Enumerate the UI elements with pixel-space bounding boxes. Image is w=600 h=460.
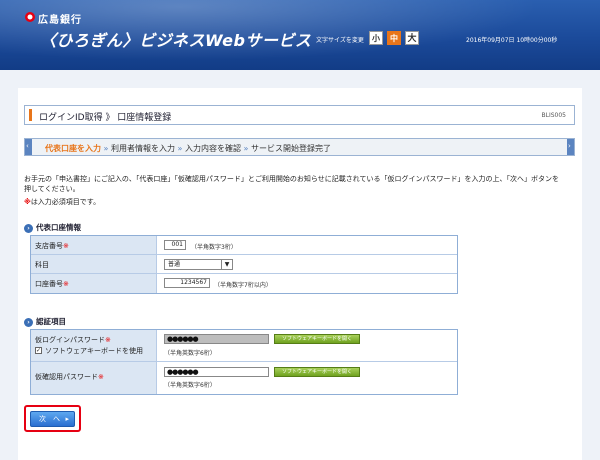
subject-row: 科目 普通 ▼ (31, 255, 457, 274)
page-title: ログインID取得 》 口座情報登録 (39, 113, 172, 123)
bank-logo-icon (25, 12, 35, 22)
auth-table: 仮ログインパスワード※ ✓ ソフトウェアキーボードを使用 ●●●●●● ソフトウ… (30, 329, 458, 395)
app-header: 広島銀行 〈ひろぎん〉ビジネスWebサービス 文字サイズを変更 小 中 大 20… (0, 0, 600, 70)
chevron-down-icon: ▼ (221, 260, 232, 269)
temp-login-label: 仮ログインパスワード※ (35, 336, 111, 344)
font-size-label: 文字サイズを変更 (316, 37, 364, 44)
required-note-text: は入力必須項目です。 (30, 198, 101, 206)
account-number-label-cell: 口座番号※ (31, 274, 157, 293)
section-heading-account: › 代表口座情報 (24, 222, 81, 233)
font-size-medium-button[interactable]: 中 (387, 31, 401, 45)
chevron-right-icon: › (568, 142, 571, 150)
account-type-select[interactable]: 普通 ▼ (164, 259, 233, 270)
font-size-large-button[interactable]: 大 (405, 31, 419, 45)
section-heading-auth: › 認証項目 (24, 316, 66, 327)
branch-number-input[interactable]: 001 (164, 240, 186, 250)
account-table: 支店番号※ 001 （半角数字3桁） 科目 普通 ▼ 口座番号※ 1234567… (30, 235, 458, 294)
step-item: サービス開始登録完了 (251, 144, 331, 153)
subject-label-cell: 科目 (31, 255, 157, 273)
datetime: 2016年09月07日 10時00分00秒 (466, 37, 558, 44)
software-keyboard-checkbox[interactable]: ✓ (35, 347, 42, 354)
bank-name: 広島銀行 (38, 15, 82, 26)
title-accent-bar (29, 109, 32, 121)
required-mark: ※ (24, 198, 31, 206)
step-arrow-icon: » (243, 144, 249, 153)
software-keyboard-label: ソフトウェアキーボードを使用 (45, 347, 143, 355)
temp-login-row: 仮ログインパスワード※ ✓ ソフトウェアキーボードを使用 ●●●●●● ソフトウ… (31, 330, 457, 362)
next-button[interactable]: 次 へ ▸ (30, 411, 75, 427)
step-item-current: 代表口座を入力 (45, 144, 101, 153)
instructions: お手元の「申込書控」にご記入の、「代表口座」「仮確認用パスワード」とご利用開始の… (24, 174, 576, 194)
chevron-left-icon: ‹ (26, 142, 29, 150)
step-indicator: ‹ 代表口座を入力 » 利用者情報を入力 » 入力内容を確認 » サービス開始登… (24, 138, 575, 156)
temp-login-label-cell: 仮ログインパスワード※ ✓ ソフトウェアキーボードを使用 (31, 330, 157, 361)
branch-hint: （半角数字3桁） (191, 244, 237, 251)
step-arrow-icon: » (177, 144, 183, 153)
temp-confirm-hint: （半角英数字6桁） (164, 382, 216, 389)
chevron-right-icon: › (24, 317, 33, 327)
temp-confirm-label: 仮確認用パスワード※ (35, 373, 104, 381)
temp-login-password-input[interactable]: ●●●●●● (164, 334, 269, 344)
subject-label: 科目 (35, 261, 49, 269)
instruction-line-2: 押してください。 (24, 185, 80, 193)
screen-code: BLIS005 (541, 112, 567, 119)
account-number-hint: （半角数字7桁以内） (214, 282, 272, 289)
step-list: 代表口座を入力 » 利用者情報を入力 » 入力内容を確認 » サービス開始登録完… (45, 143, 331, 154)
step-right-edge: › (567, 139, 574, 155)
open-software-keyboard-button[interactable]: ソフトウェアキーボードを開く (274, 334, 360, 344)
section-heading-text: 代表口座情報 (36, 223, 81, 232)
step-item: 入力内容を確認 (185, 144, 241, 153)
service-title: 〈ひろぎん〉ビジネスWebサービス (40, 31, 312, 50)
step-arrow-icon: » (103, 144, 109, 153)
required-note: ※は入力必須項目です。 (24, 197, 100, 207)
step-item: 利用者情報を入力 (111, 144, 175, 153)
next-button-highlight: 次 へ ▸ (24, 405, 81, 432)
step-left-edge: ‹ (25, 139, 32, 155)
open-software-keyboard-button[interactable]: ソフトウェアキーボードを開く (274, 367, 360, 377)
page-title-box: ログインID取得 》 口座情報登録 BLIS005 (24, 105, 575, 125)
branch-row: 支店番号※ 001 （半角数字3桁） (31, 236, 457, 255)
account-number-label: 口座番号※ (35, 280, 69, 288)
account-type-selected: 普通 (168, 261, 181, 268)
temp-login-hint: （半角英数字6桁） (164, 350, 216, 357)
temp-confirm-row: 仮確認用パスワード※ ●●●●●● ソフトウェアキーボードを開く （半角英数字6… (31, 362, 457, 394)
account-number-row: 口座番号※ 1234567 （半角数字7桁以内） (31, 274, 457, 293)
section-heading-text: 認証項目 (36, 317, 66, 326)
account-number-input[interactable]: 1234567 (164, 278, 210, 288)
instruction-line-1: お手元の「申込書控」にご記入の、「代表口座」「仮確認用パスワード」とご利用開始の… (24, 175, 560, 183)
branch-label: 支店番号※ (35, 242, 69, 250)
next-button-label: 次 へ (39, 415, 60, 423)
temp-confirm-label-cell: 仮確認用パスワード※ (31, 362, 157, 394)
font-size-small-button[interactable]: 小 (369, 31, 383, 45)
chevron-right-icon: › (24, 223, 33, 233)
chevron-right-icon: ▸ (65, 415, 69, 423)
branch-label-cell: 支店番号※ (31, 236, 157, 254)
temp-confirm-password-input[interactable]: ●●●●●● (164, 367, 269, 377)
